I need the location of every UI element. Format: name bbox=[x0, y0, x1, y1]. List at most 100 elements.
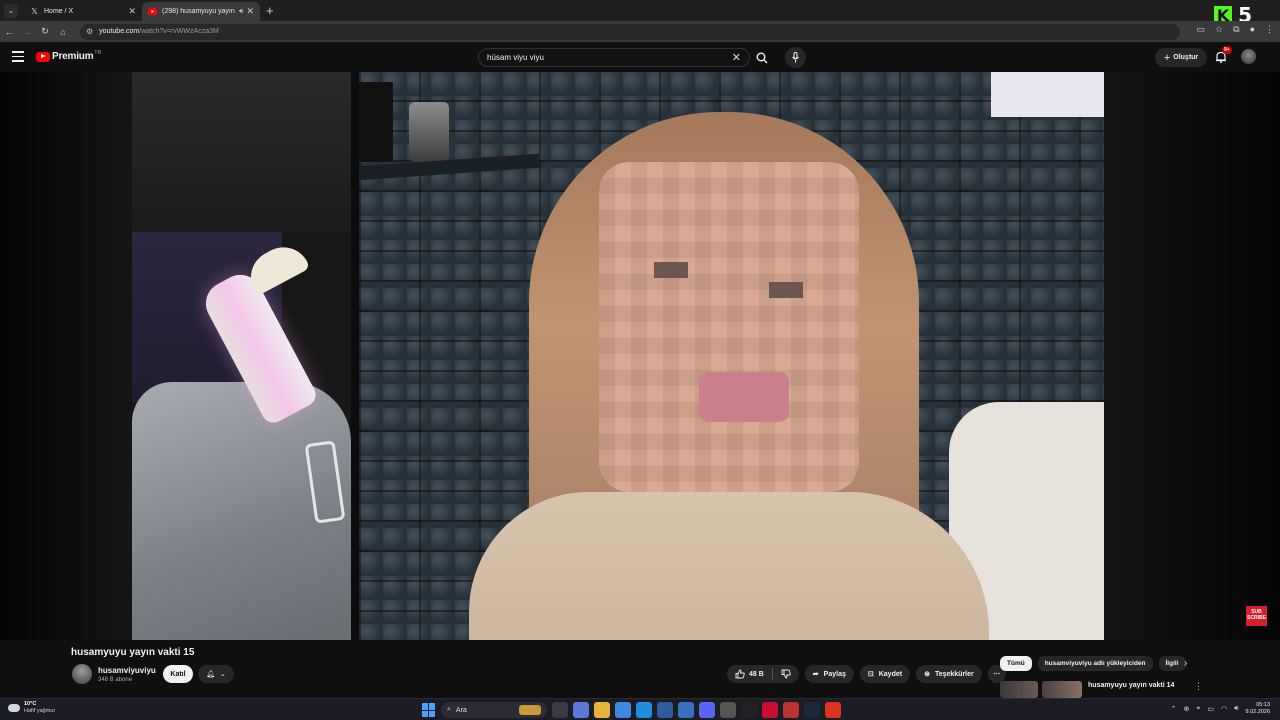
shield-app-icon[interactable] bbox=[783, 702, 799, 718]
plus-icon: + bbox=[1163, 51, 1171, 64]
video-actions: 48 B ➦ Paylaş ⊡ Kaydet ⊛ Teşekkürler ⋯ bbox=[727, 665, 1006, 683]
voice-search-button[interactable] bbox=[785, 47, 806, 68]
chevron-down-icon: ⌄ bbox=[220, 671, 226, 678]
like-button[interactable]: 48 B bbox=[727, 665, 772, 683]
like-dislike-group: 48 B bbox=[727, 665, 799, 683]
webcam-wall bbox=[132, 72, 351, 232]
home-icon[interactable]: ⌂ bbox=[54, 27, 72, 37]
pixelated-mouth bbox=[699, 372, 789, 422]
steam-icon[interactable] bbox=[804, 702, 820, 718]
audio-playing-icon[interactable]: 🔊︎ bbox=[239, 8, 243, 16]
subscription-notifications-button[interactable]: 🔔︎ ⌄ bbox=[198, 665, 234, 683]
extensions-icon[interactable]: ⧉ bbox=[1233, 24, 1239, 35]
reload-icon[interactable]: ↻ bbox=[36, 26, 54, 37]
clear-search-icon[interactable]: ✕ bbox=[732, 51, 741, 64]
person-top bbox=[469, 492, 989, 640]
menu-icon[interactable] bbox=[12, 51, 24, 65]
cast-icon[interactable]: ▭ bbox=[1197, 24, 1206, 35]
clock[interactable]: 05:13 9.02.2026 bbox=[1246, 702, 1270, 716]
wifi-icon[interactable]: ◠ bbox=[1221, 705, 1227, 713]
tab-x-home[interactable]: 𝕏 Home / X ✕ bbox=[24, 2, 142, 21]
close-tab-icon[interactable]: ✕ bbox=[128, 6, 136, 17]
recommendation-more-icon[interactable]: ⋮ bbox=[1194, 681, 1203, 692]
browser-menu-icon[interactable]: ⋮ bbox=[1265, 24, 1274, 35]
start-button[interactable] bbox=[422, 703, 436, 717]
save-button[interactable]: ⊡ Kaydet bbox=[859, 665, 911, 683]
account-avatar[interactable] bbox=[1241, 49, 1256, 64]
app-icon[interactable] bbox=[678, 702, 694, 718]
clock-date: 9.02.2026 bbox=[1245, 709, 1270, 715]
youtube-premium-logo[interactable]: Premium TR bbox=[36, 49, 102, 62]
pixelated-eye bbox=[769, 282, 803, 298]
recommendation-title[interactable]: husamyuyu yayın vakti 14 bbox=[1088, 682, 1174, 689]
like-count: 48 B bbox=[749, 670, 764, 678]
search-button[interactable] bbox=[750, 48, 774, 67]
logo-region: TR bbox=[94, 49, 102, 56]
edge-icon[interactable] bbox=[636, 702, 652, 718]
volume-icon[interactable]: 🔊︎ bbox=[1234, 705, 1238, 713]
browser-tab-strip: ⌄ 𝕏 Home / X ✕ (298) husamyuyu yayın vak… bbox=[0, 0, 1280, 27]
taskbar-search-placeholder: Ara bbox=[455, 706, 467, 714]
tray-overflow-icon[interactable]: ⌃ bbox=[1171, 705, 1177, 713]
discord-icon[interactable] bbox=[699, 702, 715, 718]
capcut-icon[interactable] bbox=[741, 702, 757, 718]
url-host: youtube.com bbox=[99, 28, 140, 35]
close-tab-icon[interactable]: ✕ bbox=[246, 6, 254, 17]
back-icon[interactable]: ← bbox=[0, 27, 18, 37]
taskbar-search[interactable]: ⌕ Ara bbox=[441, 702, 547, 718]
join-button[interactable]: Katıl bbox=[163, 665, 193, 683]
share-icon: ➦ bbox=[812, 671, 819, 678]
video-player[interactable]: SUB SCRIBE bbox=[0, 72, 1280, 640]
forward-icon[interactable]: → bbox=[18, 27, 36, 37]
weather-description: Hafif yağmur bbox=[24, 708, 56, 714]
subscriber-count: 348 B abone bbox=[98, 677, 133, 683]
search-icon: ⌕ bbox=[447, 706, 451, 713]
video-title: husamyuyu yayın vakti 15 bbox=[71, 647, 195, 658]
subscribe-watermark[interactable]: SUB SCRIBE bbox=[1246, 606, 1267, 626]
channel-avatar[interactable] bbox=[72, 664, 92, 684]
url-path: /watch?v=rvWWzAcza3M bbox=[139, 28, 219, 35]
file-explorer-icon[interactable] bbox=[594, 702, 610, 718]
chip-related[interactable]: İlgili bbox=[1158, 656, 1186, 671]
network-icon[interactable]: ⊕ bbox=[1184, 705, 1190, 713]
red-app-icon[interactable] bbox=[762, 702, 778, 718]
chip-from-uploader[interactable]: husamviyuviyu adlı yükleyiciden bbox=[1037, 656, 1153, 671]
thanks-label: Teşekkürler bbox=[934, 670, 974, 678]
store-icon[interactable] bbox=[657, 702, 673, 718]
location-icon[interactable]: ⌖ bbox=[1196, 705, 1200, 713]
create-button[interactable]: + Oluştur bbox=[1155, 48, 1207, 67]
wall-poster bbox=[991, 72, 1104, 117]
share-button[interactable]: ➦ Paylaş bbox=[804, 665, 854, 683]
channel-name[interactable]: husamviyuviyu bbox=[98, 666, 156, 675]
dislike-button[interactable] bbox=[773, 665, 799, 683]
recommendation-thumbnail[interactable] bbox=[1000, 681, 1038, 698]
profile-icon[interactable]: ● bbox=[1250, 24, 1255, 35]
tab-search-button[interactable]: ⌄ bbox=[4, 3, 18, 18]
tab-title: (298) husamyuyu yayın vakti 15 - YouTube bbox=[162, 8, 236, 15]
new-tab-button[interactable]: + bbox=[266, 3, 274, 18]
task-view-icon[interactable] bbox=[552, 702, 568, 718]
chip-all[interactable]: Tümü bbox=[1000, 656, 1032, 671]
weather-widget[interactable]: 10°C Hafif yağmur bbox=[8, 701, 55, 715]
site-info-icon[interactable]: ⚙ bbox=[86, 27, 93, 36]
player-letterbox-left bbox=[0, 72, 132, 640]
thanks-button[interactable]: ⊛ Teşekkürler bbox=[916, 665, 982, 683]
chevron-right-icon[interactable]: › bbox=[1184, 658, 1187, 669]
recommendation-thumbnail[interactable] bbox=[1042, 681, 1082, 698]
search-input[interactable]: hüsam viyu viyu ✕ bbox=[478, 48, 750, 67]
display-icon[interactable]: ▭ bbox=[1207, 705, 1214, 713]
search-icon bbox=[756, 52, 768, 63]
address-bar[interactable]: ⚙ youtube.com /watch?v=rvWWzAcza3M bbox=[80, 23, 1180, 40]
thumbs-down-icon bbox=[781, 669, 791, 679]
copilot-icon[interactable] bbox=[573, 702, 589, 718]
tab-youtube[interactable]: (298) husamyuyu yayın vakti 15 - YouTube… bbox=[142, 2, 260, 21]
youtube-app-icon[interactable] bbox=[825, 702, 841, 718]
share-label: Paylaş bbox=[823, 670, 846, 678]
settings-icon[interactable] bbox=[720, 702, 736, 718]
bookmark-star-icon[interactable]: ☆ bbox=[1215, 24, 1223, 35]
pixelated-face bbox=[599, 162, 859, 492]
youtube-icon bbox=[148, 7, 157, 16]
chrome-icon[interactable] bbox=[615, 702, 631, 718]
shelf-object bbox=[409, 102, 449, 162]
split-divider bbox=[351, 72, 359, 640]
